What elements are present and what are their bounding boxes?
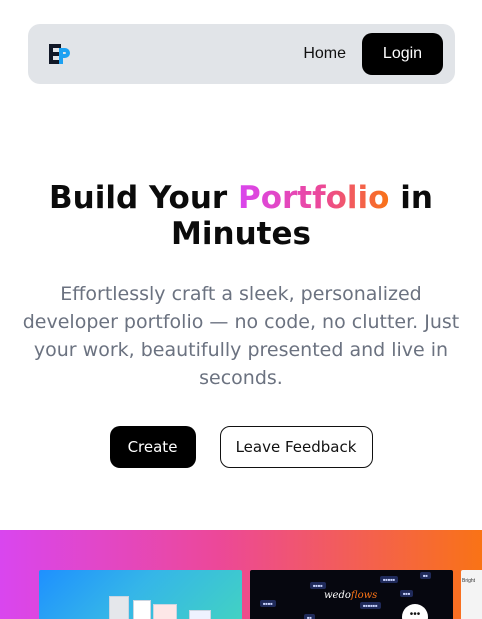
hero-title-start: Build Your [49,180,238,216]
login-button[interactable]: Login [362,33,443,75]
preview-card [133,600,151,619]
preview-chip: ■■■ [400,590,414,597]
preview-chip: ■■■■ [260,600,276,607]
ep-logo-icon [49,44,70,64]
preview-chip: ■■ [304,614,315,619]
preview-chip: ■■■■■ [380,576,399,583]
navbar: Home Login [28,24,455,84]
nav-actions: Home Login [303,33,443,75]
preview-brand: wedoflows [324,590,377,601]
preview-card [109,596,129,619]
chat-bubble-icon: ••• [402,604,428,619]
nav-home-link[interactable]: Home [303,45,346,63]
template-preview-2[interactable]: ■■■■ ■■■■■ ■■ ■■■■ ■■■■■■ ■■■ ■■ wedoflo… [250,570,453,619]
preview-chip: ■■■■ [310,582,326,589]
preview-card [189,610,211,619]
preview-card [153,604,177,619]
preview-brand-text: wedo [324,590,351,601]
template-preview-1[interactable] [39,570,242,619]
preview-chip: ■■■■■■ [360,602,381,609]
hero-title-highlight: Portfolio [238,180,390,216]
template-preview-3[interactable]: Bright [461,570,482,619]
leave-feedback-button[interactable]: Leave Feedback [219,426,373,468]
preview-snippet: Bright [462,578,476,584]
hero-title: Build Your Portfolio in Minutes [0,180,482,252]
preview-brand-accent: flows [350,590,378,601]
logo-link[interactable] [48,42,72,66]
create-button[interactable]: Create [109,426,196,468]
template-showcase: ■■■■ ■■■■■ ■■ ■■■■ ■■■■■■ ■■■ ■■ wedoflo… [0,530,482,619]
hero-section: Build Your Portfolio in Minutes Effortle… [0,180,482,468]
hero-subtitle: Effortlessly craft a sleek, personalized… [22,283,460,389]
preview-chip: ■■ [420,572,431,579]
cta-row: Create Leave Feedback [0,426,482,468]
